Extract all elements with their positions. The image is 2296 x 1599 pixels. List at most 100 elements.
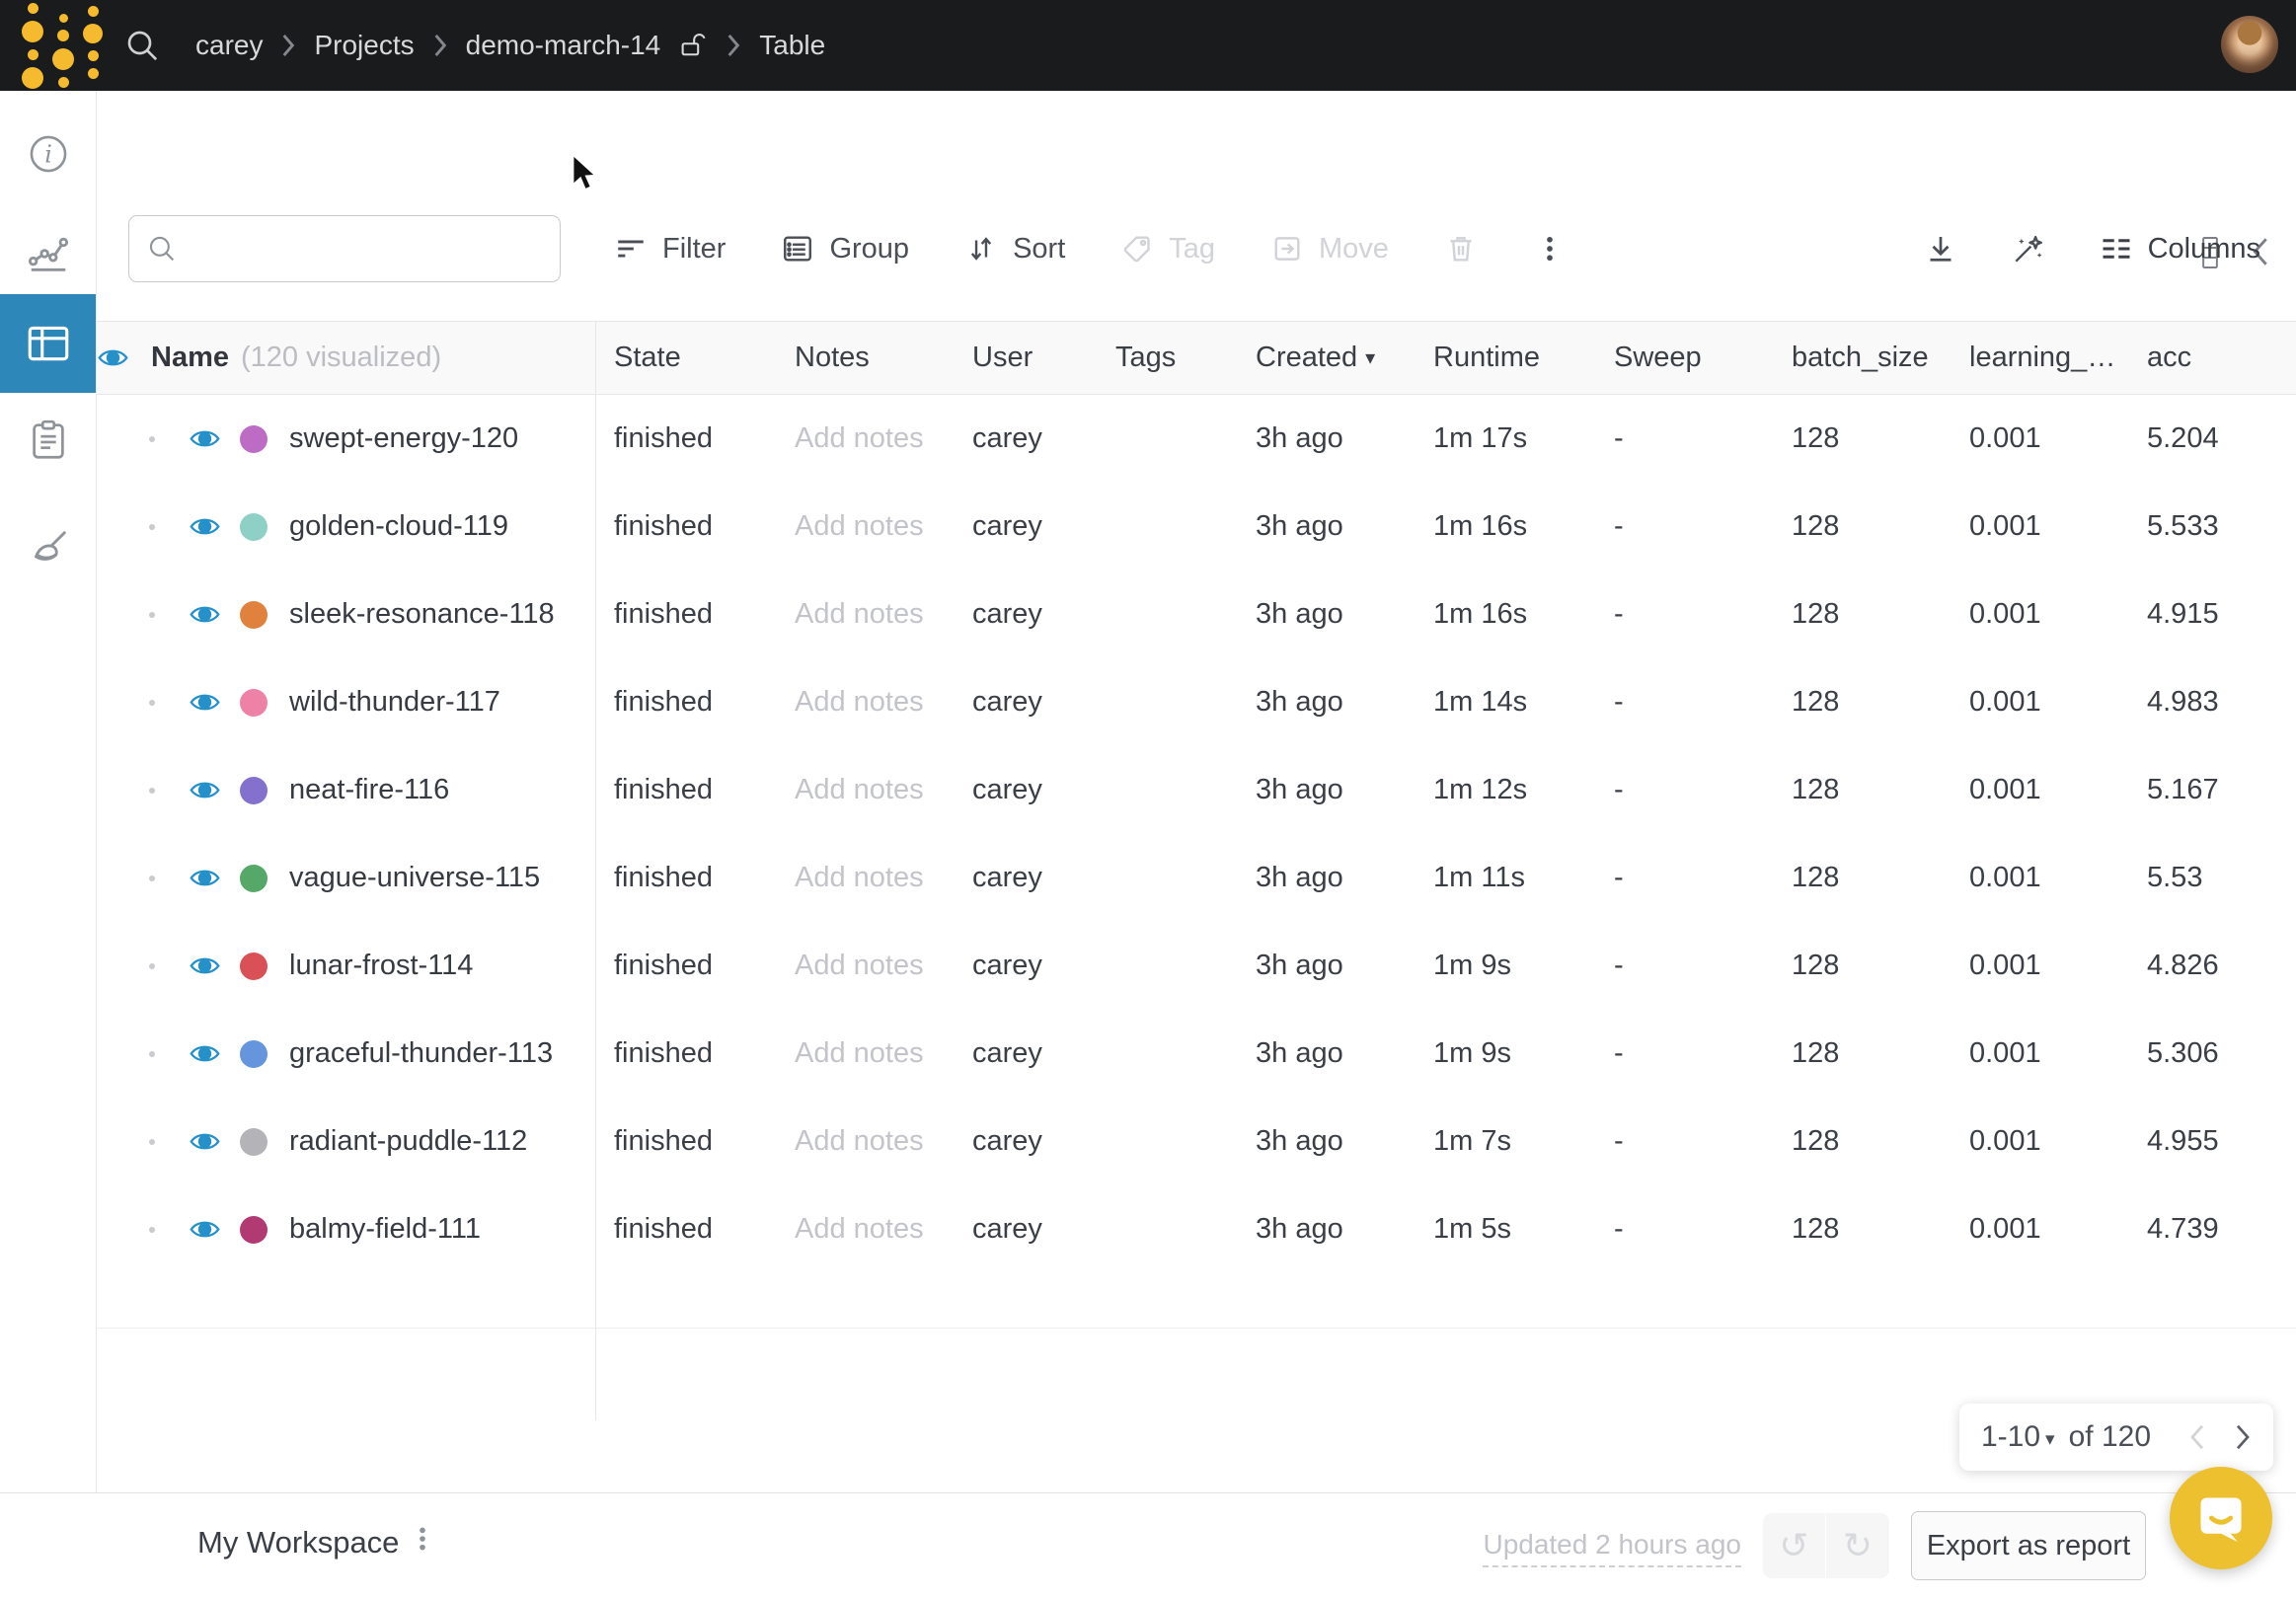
run-name-link[interactable]: golden-cloud-119 (289, 510, 508, 543)
run-name-cell: golden-cloud-119 (97, 483, 595, 571)
cell-sweep: - (1595, 395, 1773, 483)
visibility-eye-icon[interactable] (189, 598, 221, 631)
columns-button[interactable]: Columns (2099, 231, 2260, 266)
visibility-eye-icon[interactable] (189, 774, 221, 806)
run-name-link[interactable]: balmy-field-111 (289, 1213, 481, 1246)
visibility-eye-icon[interactable] (189, 422, 221, 455)
cell-notes[interactable]: Add notes (776, 922, 954, 1010)
column-header-name[interactable]: Name (120 visualized) (97, 322, 595, 394)
user-avatar[interactable] (2221, 16, 2278, 73)
eye-icon[interactable] (97, 342, 129, 374)
cell-notes[interactable]: Add notes (776, 834, 954, 922)
group-button[interactable]: Group (781, 232, 909, 266)
cell-notes[interactable]: Add notes (776, 746, 954, 834)
run-name-link[interactable]: radiant-puddle-112 (289, 1125, 527, 1158)
wandb-logo-icon[interactable] (22, 8, 99, 83)
next-page-button[interactable] (2234, 1422, 2252, 1452)
chevron-right-icon (726, 33, 741, 58)
cell-user: carey (954, 1010, 1097, 1098)
last-updated-label[interactable]: Updated 2 hours ago (1483, 1529, 1741, 1567)
breadcrumb-page[interactable]: Table (759, 30, 825, 61)
runs-search-input[interactable] (192, 234, 548, 265)
cell-user: carey (954, 658, 1097, 746)
export-csv-button[interactable] (1923, 231, 1958, 266)
run-color-dot (240, 689, 268, 717)
run-name-link[interactable]: wild-thunder-117 (289, 686, 500, 719)
column-header-state[interactable]: State (595, 322, 776, 394)
cell-notes[interactable]: Add notes (776, 1010, 954, 1098)
visibility-eye-icon[interactable] (189, 1037, 221, 1070)
undo-button[interactable]: ↺ (1763, 1513, 1826, 1578)
run-name-link[interactable]: swept-energy-120 (289, 422, 518, 455)
run-name-link[interactable]: neat-fire-116 (289, 774, 449, 806)
column-header-acc[interactable]: acc (2128, 322, 2296, 394)
sidebar-item-sweeps[interactable] (0, 513, 96, 584)
filter-button[interactable]: Filter (614, 232, 726, 266)
redo-button[interactable]: ↻ (1826, 1513, 1889, 1578)
column-header-tags[interactable]: Tags (1097, 322, 1237, 394)
table-row: swept-energy-120finishedAdd notescarey3h… (97, 395, 2296, 483)
workspace-selector[interactable]: My Workspace (197, 1525, 399, 1561)
cell-notes[interactable]: Add notes (776, 1098, 954, 1185)
table-row: vague-universe-115finishedAdd notescarey… (97, 834, 2296, 922)
cell-created: 3h ago (1237, 834, 1415, 922)
table-row: lunar-frost-114finishedAdd notescarey3h … (97, 922, 2296, 1010)
visibility-eye-icon[interactable] (189, 510, 221, 543)
visibility-eye-icon[interactable] (189, 1213, 221, 1246)
visibility-eye-icon[interactable] (189, 1125, 221, 1158)
run-name-link[interactable]: lunar-frost-114 (289, 950, 473, 982)
column-header-sweep[interactable]: Sweep (1595, 322, 1773, 394)
cell-notes[interactable]: Add notes (776, 571, 954, 658)
visibility-eye-icon[interactable] (189, 686, 221, 719)
breadcrumb: carey Projects demo-march-14 Table (195, 0, 825, 91)
sidebar-item-charts[interactable] (0, 217, 96, 288)
workspace-menu-icon[interactable] (407, 1523, 438, 1555)
tag-button[interactable]: Tag (1120, 232, 1215, 266)
group-label: Group (829, 233, 909, 266)
cell-learning_rate: 0.001 (1951, 395, 2128, 483)
cell-notes[interactable]: Add notes (776, 658, 954, 746)
cell-batch_size: 128 (1773, 1185, 1951, 1273)
sort-button[interactable]: Sort (964, 232, 1065, 266)
run-name-link[interactable]: sleek-resonance-118 (289, 598, 555, 631)
cell-runtime: 1m 16s (1415, 571, 1595, 658)
delete-button[interactable] (1444, 232, 1478, 266)
table-toolbar: Filter Group Sort Tag (614, 215, 1567, 282)
run-name-link[interactable]: vague-universe-115 (289, 862, 540, 894)
breadcrumb-entity[interactable]: carey (195, 30, 263, 61)
chat-support-button[interactable] (2170, 1467, 2272, 1569)
sidebar-item-table-active[interactable] (0, 294, 96, 393)
row-drag-dot (149, 1227, 155, 1233)
sidebar-item-notes[interactable] (0, 405, 96, 476)
global-search-icon[interactable] (122, 26, 162, 65)
cell-tags (1097, 746, 1237, 834)
column-header-runtime[interactable]: Runtime (1415, 322, 1595, 394)
move-button[interactable]: Move (1270, 232, 1389, 266)
cell-acc: 4.739 (2128, 1185, 2296, 1273)
run-color-dot (240, 1040, 268, 1068)
column-header-created[interactable]: Created▾ (1237, 322, 1415, 394)
breadcrumb-project[interactable]: demo-march-14 (466, 30, 661, 61)
column-header-notes[interactable]: Notes (776, 322, 954, 394)
column-header-learning_rate[interactable]: learning_… (1951, 322, 2128, 394)
cell-tags (1097, 395, 1237, 483)
cell-notes[interactable]: Add notes (776, 395, 954, 483)
column-header-user[interactable]: User (954, 322, 1097, 394)
breadcrumb-projects[interactable]: Projects (314, 30, 414, 61)
column-header-batch_size[interactable]: batch_size (1773, 322, 1951, 394)
cell-created: 3h ago (1237, 571, 1415, 658)
page-size-dropdown[interactable]: 1-10 ▾ (1981, 1420, 2059, 1454)
run-name-link[interactable]: graceful-thunder-113 (289, 1037, 553, 1070)
runs-search[interactable] (128, 215, 561, 282)
cell-notes[interactable]: Add notes (776, 483, 954, 571)
export-as-report-button[interactable]: Export as report (1911, 1511, 2146, 1580)
visibility-eye-icon[interactable] (189, 950, 221, 982)
cell-tags (1097, 922, 1237, 1010)
sidebar-item-overview[interactable]: i (0, 118, 96, 190)
cell-notes[interactable]: Add notes (776, 1185, 954, 1273)
more-actions-button[interactable] (1533, 232, 1567, 266)
cell-runtime: 1m 9s (1415, 922, 1595, 1010)
prev-page-button[interactable] (2188, 1422, 2206, 1452)
magic-wand-button[interactable] (2010, 230, 2047, 267)
visibility-eye-icon[interactable] (189, 862, 221, 894)
